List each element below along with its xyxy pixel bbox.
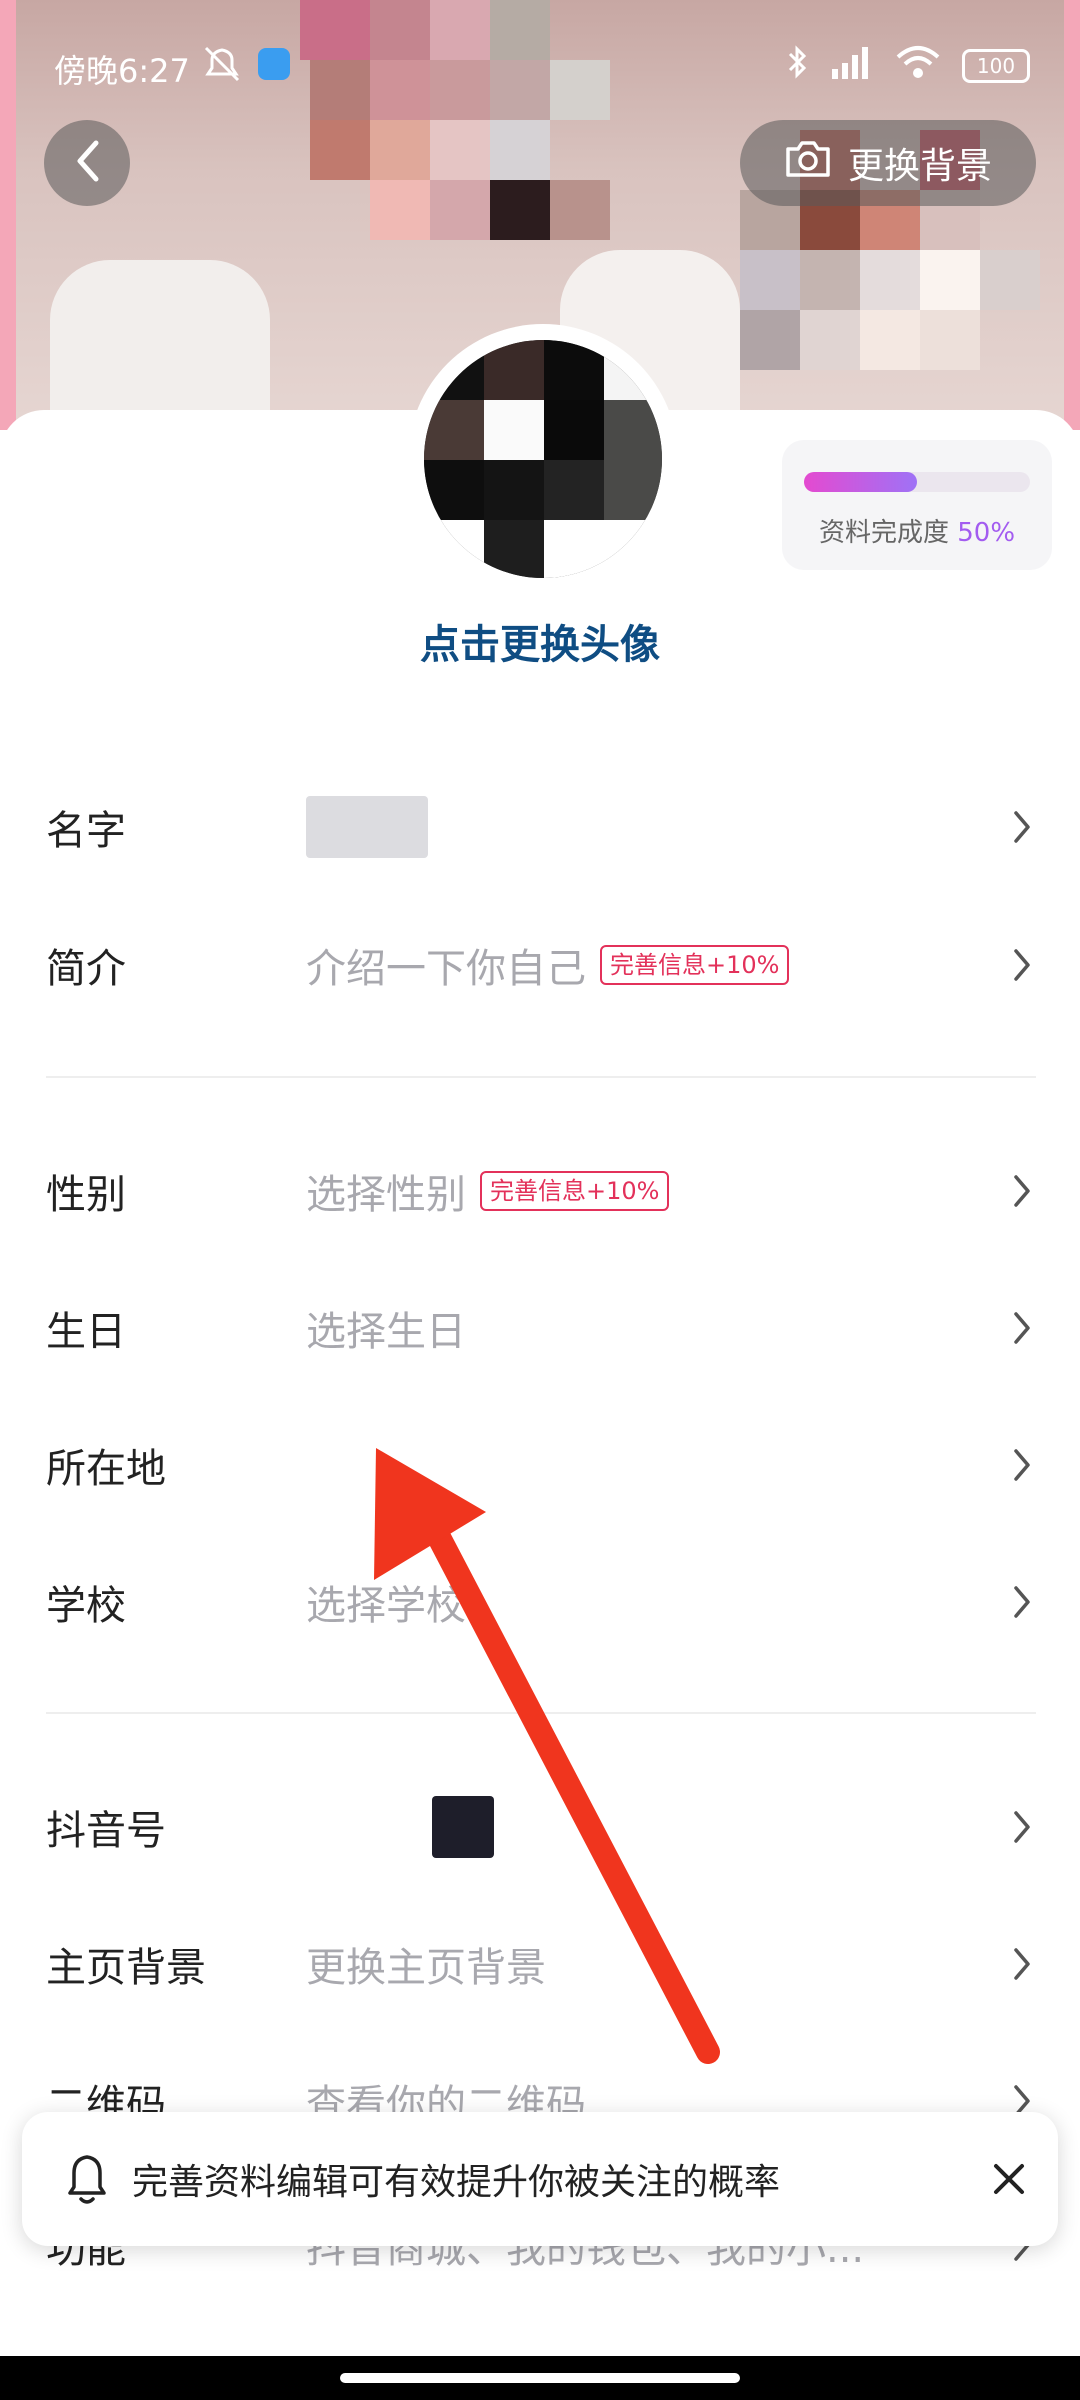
back-button[interactable] — [44, 120, 130, 206]
completion-progress-bar — [804, 472, 1030, 492]
chevron-right-icon — [1014, 1175, 1030, 1207]
avatar-image — [424, 340, 662, 578]
birthday-value: 选择生日 — [306, 1309, 466, 1355]
section-divider — [46, 1076, 1036, 1078]
row-intro[interactable]: 简介 介绍一下你自己 完善信息+10% — [0, 910, 1080, 1020]
completion-text: 资料完成度 50% — [782, 512, 1052, 549]
douyin-id-value — [432, 1796, 494, 1858]
wifi-icon — [896, 45, 940, 87]
tip-toast: 完善资料编辑可有效提升你被关注的概率 — [22, 2112, 1058, 2246]
mute-icon — [200, 44, 244, 92]
status-bar: 傍晚6:27 100 — [0, 0, 1080, 130]
completion-progress-fill — [804, 472, 917, 492]
chevron-right-icon — [1014, 811, 1030, 843]
completion-label: 资料完成度 — [818, 518, 949, 548]
intro-label: 简介 — [46, 946, 126, 992]
status-time: 傍晚6:27 — [54, 52, 190, 90]
douyin-id-redacted — [432, 1796, 494, 1858]
bell-icon — [68, 2155, 106, 2204]
gender-label: 性别 — [46, 1172, 126, 1218]
bluetooth-icon — [786, 44, 808, 88]
close-icon[interactable] — [986, 2156, 1032, 2202]
chevron-right-icon — [1014, 1449, 1030, 1481]
school-value: 选择学校 — [306, 1583, 466, 1629]
avatar[interactable] — [414, 330, 672, 588]
birthday-label: 生日 — [46, 1309, 126, 1355]
intro-placeholder: 介绍一下你自己 — [306, 946, 586, 992]
status-icons: 100 — [786, 44, 1030, 88]
home-indicator[interactable] — [340, 2373, 740, 2383]
name-redacted — [306, 796, 428, 858]
chevron-right-icon — [1014, 1811, 1030, 1843]
app-notification-icon — [258, 48, 290, 80]
camera-icon — [784, 139, 832, 188]
profile-completion-card[interactable]: 资料完成度 50% — [782, 440, 1052, 570]
change-background-label: 更换背景 — [847, 146, 992, 187]
row-name[interactable]: 名字 — [0, 772, 1080, 882]
row-home-background[interactable]: 主页背景 更换主页背景 — [0, 1909, 1080, 2019]
row-douyin-id[interactable]: 抖音号 — [0, 1772, 1080, 1882]
gender-value: 选择性别 完善信息+10% — [306, 1162, 670, 1220]
row-location[interactable]: 所在地 — [0, 1410, 1080, 1520]
change-background-button[interactable]: 更换背景 — [740, 120, 1036, 206]
chevron-right-icon — [1014, 1586, 1030, 1618]
completion-percent: 50% — [957, 518, 1016, 548]
home-background-value: 更换主页背景 — [306, 1945, 546, 1991]
intro-value: 介绍一下你自己 完善信息+10% — [306, 936, 790, 994]
chevron-right-icon — [1014, 949, 1030, 981]
chevron-right-icon — [1014, 1312, 1030, 1344]
location-label: 所在地 — [46, 1446, 166, 1492]
section-divider — [46, 1712, 1036, 1714]
signal-icon — [830, 45, 874, 87]
intro-bonus-badge: 完善信息+10% — [600, 945, 790, 985]
row-gender[interactable]: 性别 选择性别 完善信息+10% — [0, 1136, 1080, 1246]
gender-bonus-badge: 完善信息+10% — [480, 1171, 670, 1211]
battery-indicator: 100 — [962, 49, 1030, 83]
name-label: 名字 — [46, 808, 126, 854]
change-avatar-link[interactable]: 点击更换头像 — [300, 612, 780, 670]
chevron-left-icon — [72, 139, 102, 187]
row-school[interactable]: 学校 选择学校 — [0, 1547, 1080, 1657]
home-background-label: 主页背景 — [46, 1945, 206, 1991]
name-value — [306, 796, 428, 858]
school-label: 学校 — [46, 1583, 126, 1629]
douyin-id-label: 抖音号 — [46, 1808, 166, 1854]
gender-placeholder: 选择性别 — [306, 1172, 466, 1218]
row-birthday[interactable]: 生日 选择生日 — [0, 1273, 1080, 1383]
tip-message: 完善资料编辑可有效提升你被关注的概率 — [132, 2162, 781, 2203]
chevron-right-icon — [1014, 1948, 1030, 1980]
